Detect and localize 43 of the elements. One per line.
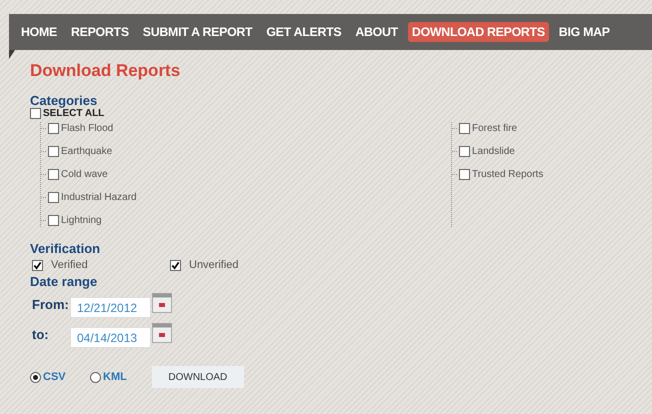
checkbox[interactable] [170, 260, 181, 270]
checkbox-label: Earthquake [61, 146, 112, 157]
checkbox-label: Unverified [189, 259, 239, 271]
checkbox[interactable] [459, 146, 470, 157]
checkbox[interactable] [30, 108, 41, 119]
checkbox[interactable] [459, 169, 470, 180]
checkbox[interactable] [48, 123, 59, 134]
checkbox[interactable] [32, 260, 43, 270]
checkbox-label: Flash Flood [61, 123, 114, 134]
checkbox-label: Landslide [472, 146, 515, 157]
checkbox-label: SELECT ALL [43, 108, 104, 119]
section-heading: Verification [30, 241, 102, 256]
calendar-icon[interactable] [152, 323, 172, 343]
checkbox-label: Trusted Reports [472, 169, 544, 180]
nav-link[interactable]: ABOUT [351, 22, 402, 42]
checkbox[interactable] [459, 123, 470, 134]
checkbox[interactable] [48, 215, 59, 226]
page-title: Download Reports [30, 61, 182, 81]
checkbox-label: Forest fire [472, 123, 518, 134]
format-radio[interactable]: KML [90, 371, 127, 383]
nav-link[interactable]: GET ALERTS [262, 22, 346, 42]
nav-link[interactable]: SUBMIT A REPORT [138, 22, 256, 42]
date-field[interactable]: 12/21/2012 [70, 297, 151, 318]
calendar-icon[interactable] [152, 293, 172, 313]
checkbox-label: Verified [51, 259, 88, 271]
section-heading: Categories [30, 93, 98, 108]
nav-link[interactable]: DOWNLOAD REPORTS [408, 22, 549, 42]
checkbox-label: Lightning [61, 215, 102, 226]
download-button[interactable]: DOWNLOAD [152, 366, 244, 388]
checkbox[interactable] [48, 192, 59, 203]
checkbox[interactable] [48, 169, 59, 180]
checkbox-label: Industrial Hazard [61, 192, 137, 203]
nav-link[interactable]: REPORTS [66, 22, 133, 42]
nav-corner-fold [9, 50, 15, 59]
checkbox-label: Cold wave [61, 169, 108, 180]
nav-link[interactable]: HOME [17, 22, 61, 42]
section-heading: Date range [30, 274, 98, 289]
field-label: From: [32, 296, 70, 312]
date-field[interactable]: 04/14/2013 [70, 327, 151, 348]
nav-link[interactable]: BIG MAP [554, 22, 614, 42]
checkbox[interactable] [48, 146, 59, 157]
format-radio[interactable]: CSV [30, 371, 90, 383]
field-label: to: [32, 326, 50, 342]
